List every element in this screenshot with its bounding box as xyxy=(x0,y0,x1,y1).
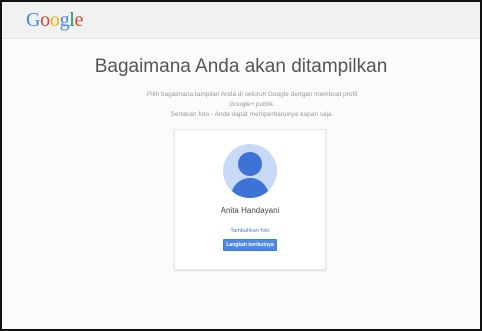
logo-letter: G xyxy=(26,9,41,31)
page-subtitle: Pilih bagaimana tampilan Anda di seluruh… xyxy=(132,90,372,120)
logo-letter: g xyxy=(59,9,70,31)
next-step-button[interactable]: Langkah berikutnya xyxy=(223,239,277,251)
browser-window: Google Bagaimana Anda akan ditampilkan P… xyxy=(0,0,482,331)
profile-name: Anita Handayani xyxy=(220,206,280,215)
logo-letter: e xyxy=(74,9,84,31)
subtitle-line: Google+ publik. xyxy=(229,101,275,108)
top-bar: Google xyxy=(2,2,480,39)
logo-letter: o xyxy=(40,9,50,31)
avatar-placeholder-icon[interactable] xyxy=(223,144,277,198)
page-title: Bagaimana Anda akan ditampilkan xyxy=(94,56,388,77)
google-logo[interactable]: Google xyxy=(26,9,83,32)
subtitle-line: Pilih bagaimana tampilan Anda di seluruh… xyxy=(146,91,358,98)
subtitle-line: Sertakan foto - Anda dapat memperbaruiny… xyxy=(170,111,334,118)
avatar-head xyxy=(238,152,262,176)
logo-letter: o xyxy=(49,9,60,31)
add-photo-link[interactable]: Tambahkan foto xyxy=(175,228,325,234)
profile-card: Anita Handayani Tambahkan foto Langkah b… xyxy=(174,129,326,270)
avatar-body xyxy=(231,178,269,198)
